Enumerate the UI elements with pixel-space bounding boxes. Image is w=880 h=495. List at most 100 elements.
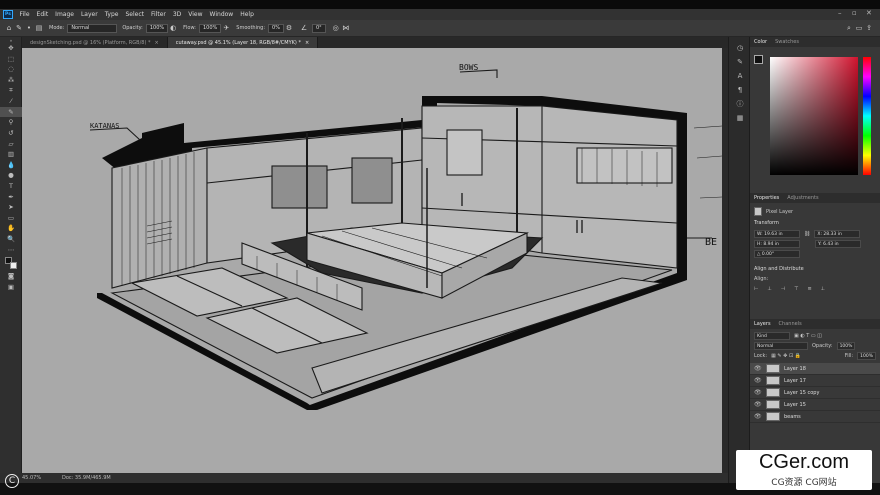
quick-mask-icon[interactable]: ◙ <box>0 271 22 282</box>
layer-opacity-field[interactable]: 100% <box>836 342 856 350</box>
tab-color[interactable]: Color <box>754 39 767 45</box>
layer-row[interactable]: 👁 beams <box>750 411 880 423</box>
align-left-icon[interactable]: ⊢ <box>754 286 758 292</box>
opacity-field[interactable]: 100% <box>145 23 169 33</box>
mode-select[interactable]: Normal <box>67 23 118 33</box>
eraser-tool-icon[interactable]: ▱ <box>0 138 22 149</box>
angle-field[interactable]: △ 0.00° <box>754 250 800 258</box>
align-heading[interactable]: Align and Distribute <box>750 263 880 275</box>
stamp-tool-icon[interactable]: ⚲ <box>0 117 22 128</box>
more-tools-icon[interactable]: ⋯ <box>0 244 22 255</box>
tab-properties[interactable]: Properties <box>754 195 779 201</box>
menu-type[interactable]: Type <box>101 11 122 18</box>
search-icon[interactable]: ⌕ <box>844 23 854 33</box>
align-middle-icon[interactable]: ≡ <box>807 286 811 292</box>
lock-icons[interactable]: ▦ ✎ ✥ ⊡ 🔒 <box>771 353 801 359</box>
pressure-size-icon[interactable]: ◎ <box>331 23 341 33</box>
menu-view[interactable]: View <box>185 11 206 18</box>
layer-row[interactable]: 👁 Layer 18 <box>750 363 880 375</box>
y-field[interactable]: Y: 6.43 in <box>815 240 861 248</box>
align-center-icon[interactable]: ⊥ <box>767 286 771 292</box>
brush-size-icon[interactable]: • <box>24 23 34 33</box>
menu-select[interactable]: Select <box>122 11 148 18</box>
tab-cutaway[interactable]: cutaway.psd @ 45.1% (Layer 18, RGB/8#/CM… <box>167 37 319 48</box>
close-icon[interactable]: × <box>305 40 309 46</box>
crop-tool-icon[interactable]: ⌗ <box>0 85 22 96</box>
character-panel-icon[interactable]: A <box>729 69 751 83</box>
workspace-icon[interactable]: ▭ <box>854 23 864 33</box>
zoom-tool-icon[interactable]: 🔍 <box>0 234 22 245</box>
visibility-eye-icon[interactable]: 👁 <box>754 413 762 420</box>
tab-channels[interactable]: Channels <box>779 321 802 327</box>
dodge-tool-icon[interactable]: ● <box>0 170 22 181</box>
lasso-tool-icon[interactable]: ◌ <box>0 64 22 75</box>
brush-settings-icon[interactable]: ▤ <box>34 23 44 33</box>
eyedropper-tool-icon[interactable]: ⁄ <box>0 96 22 107</box>
menu-image[interactable]: Image <box>52 11 78 18</box>
color-field[interactable] <box>770 57 858 175</box>
menu-filter[interactable]: Filter <box>148 11 170 18</box>
background-color[interactable] <box>10 261 17 269</box>
document-canvas[interactable]: KATANAS BOWS BE <box>22 48 722 473</box>
minimize-icon[interactable]: – <box>838 9 842 17</box>
history-icon[interactable]: ◷ <box>729 41 751 55</box>
color-swatches[interactable] <box>0 255 21 271</box>
document-size[interactable]: Doc: 35.9M/465.9M <box>62 475 111 481</box>
align-bottom-icon[interactable]: ⊥ <box>821 286 825 292</box>
home-icon[interactable]: ⌂ <box>4 23 14 33</box>
menu-file[interactable]: File <box>16 11 33 18</box>
history-brush-tool-icon[interactable]: ↺ <box>0 128 22 139</box>
brush-tool-icon[interactable]: ✎ <box>0 106 22 118</box>
visibility-eye-icon[interactable]: 👁 <box>754 389 762 396</box>
path-select-tool-icon[interactable]: ➤ <box>0 202 22 213</box>
tab-adjustments[interactable]: Adjustments <box>787 195 818 201</box>
pen-tool-icon[interactable]: ✒ <box>0 191 22 202</box>
tab-design-sketching[interactable]: designSketching.psd @ 16% (Platform, RGB… <box>22 37 168 48</box>
tab-swatches[interactable]: Swatches <box>775 39 799 45</box>
type-tool-icon[interactable]: T <box>0 181 22 192</box>
flow-field[interactable]: 100% <box>199 23 222 33</box>
kind-filter[interactable]: Kind <box>754 332 790 340</box>
gradient-tool-icon[interactable]: ▥ <box>0 149 22 160</box>
menu-layer[interactable]: Layer <box>77 11 101 18</box>
visibility-eye-icon[interactable]: 👁 <box>754 377 762 384</box>
libraries-panel-icon[interactable]: ▦ <box>729 111 751 125</box>
menu-window[interactable]: Window <box>206 11 237 18</box>
hue-slider[interactable] <box>863 57 871 175</box>
brush-preset-icon[interactable]: ✎ <box>14 23 24 33</box>
layer-row[interactable]: 👁 Layer 17 <box>750 375 880 387</box>
foreground-swatch[interactable] <box>754 55 763 64</box>
close-icon[interactable]: ✕ <box>866 9 872 17</box>
height-field[interactable]: H: 8.94 in <box>754 240 800 248</box>
align-right-icon[interactable]: ⊣ <box>781 286 785 292</box>
angle-field[interactable]: 0° <box>311 23 326 33</box>
width-field[interactable]: W: 19.63 in <box>754 230 800 238</box>
pressure-opacity-icon[interactable]: ◐ <box>168 23 178 33</box>
share-icon[interactable]: ⇪ <box>864 23 874 33</box>
x-field[interactable]: X: 28.33 in <box>814 230 861 238</box>
menu-edit[interactable]: Edit <box>33 11 52 18</box>
blur-tool-icon[interactable]: 💧 <box>0 160 22 171</box>
smoothing-field[interactable]: 0% <box>268 23 284 33</box>
fill-field[interactable]: 100% <box>857 352 876 360</box>
blend-mode-select[interactable]: Normal <box>754 342 808 350</box>
hand-tool-icon[interactable]: ✋ <box>0 223 22 234</box>
marquee-tool-icon[interactable]: ⬚ <box>0 54 22 65</box>
symmetry-icon[interactable]: ⋈ <box>341 23 351 33</box>
menu-3d[interactable]: 3D <box>169 11 184 18</box>
layer-row[interactable]: 👁 Layer 15 <box>750 399 880 411</box>
paragraph-panel-icon[interactable]: ¶ <box>729 83 751 97</box>
layer-row[interactable]: 👁 Layer 15 copy <box>750 387 880 399</box>
visibility-eye-icon[interactable]: 👁 <box>754 401 762 408</box>
visibility-eye-icon[interactable]: 👁 <box>754 365 762 372</box>
close-icon[interactable]: × <box>155 40 159 46</box>
brush-panel-icon[interactable]: ✎ <box>729 55 751 69</box>
link-icon[interactable]: ⛓ <box>804 231 810 237</box>
tab-layers[interactable]: Layers <box>754 321 771 327</box>
gear-icon[interactable]: ⚙ <box>284 23 294 33</box>
screen-mode-icon[interactable]: ▣ <box>0 281 22 292</box>
maximize-icon[interactable]: ▫ <box>852 9 857 17</box>
airbrush-icon[interactable]: ✈ <box>221 23 231 33</box>
info-panel-icon[interactable]: ⓘ <box>729 97 751 111</box>
align-top-icon[interactable]: ⊤ <box>794 286 798 292</box>
